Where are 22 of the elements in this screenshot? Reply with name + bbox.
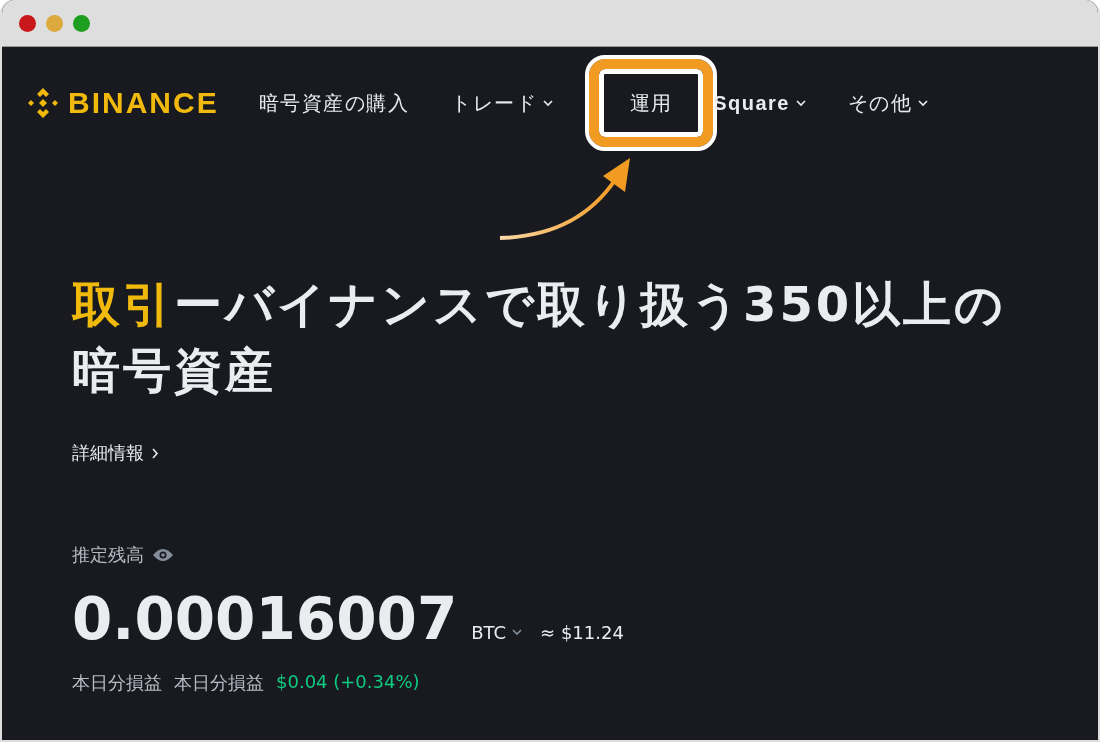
chevron-down-icon (918, 99, 929, 107)
fiat-value: ≈ $11.24 (540, 622, 624, 643)
balance-label: 推定残高 (72, 543, 144, 567)
pnl-value: $0.04 (+0.34%) (276, 671, 420, 694)
pnl-label: 本日分損益 (72, 671, 162, 695)
nav-link[interactable]: その他 (848, 83, 929, 123)
chevron-down-icon (543, 99, 554, 107)
chevron-down-icon (796, 99, 806, 107)
more-info-link[interactable]: 詳細情報 (72, 441, 159, 465)
headline: 取引 ーバイナンスで取り扱う350以上の暗号資産 (72, 275, 1008, 400)
nav-link[interactable]: トレード (451, 83, 554, 123)
pnl-label: 本日分損益 (174, 671, 264, 695)
nav-link[interactable]: 暗号資産の購入 (258, 83, 410, 123)
close-button[interactable] (19, 14, 36, 32)
eye-icon[interactable] (152, 548, 174, 562)
balance-amount: 0.00016007 (72, 585, 458, 653)
currency-dropdown[interactable]: BTC (471, 622, 523, 643)
logo-icon (26, 86, 60, 120)
chevron-down-icon (512, 629, 523, 636)
logo-text: BINANCE (68, 86, 219, 120)
chevron-right-icon (152, 447, 159, 459)
maximize-button[interactable] (73, 14, 90, 32)
